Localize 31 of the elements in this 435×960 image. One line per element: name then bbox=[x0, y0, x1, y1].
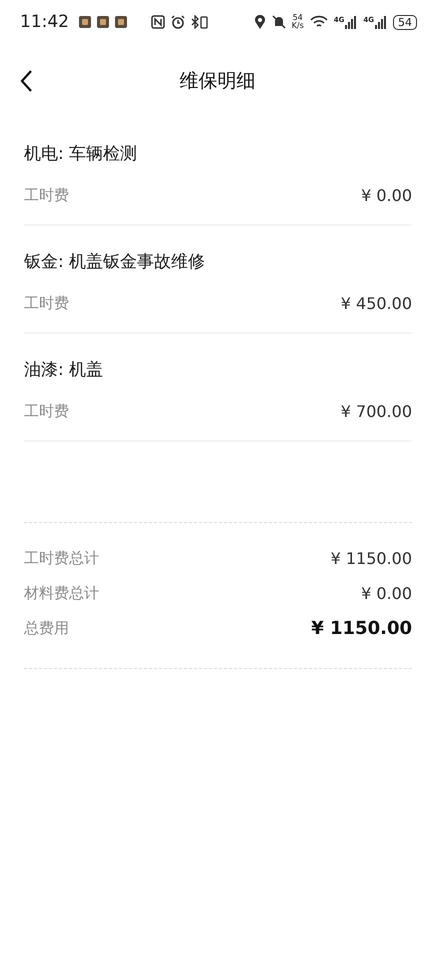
total-amount: ¥ 1150.00 bbox=[311, 618, 412, 639]
summary-label: 工时费总计 bbox=[24, 549, 99, 568]
muted-bell-icon bbox=[272, 15, 286, 29]
battery-level: 54 bbox=[393, 14, 417, 30]
summary-amount: ¥ 1150.00 bbox=[330, 549, 412, 568]
status-time: 11:42 bbox=[20, 12, 69, 32]
page-title: 维保明细 bbox=[180, 69, 256, 94]
network-speed-unit: K/s bbox=[292, 22, 304, 30]
signal-icon bbox=[345, 16, 358, 28]
summary-amount: ¥ 0.00 bbox=[361, 584, 412, 603]
bluetooth-battery-icon bbox=[191, 15, 209, 29]
alarm-icon bbox=[171, 15, 185, 29]
fee-label: 工时费 bbox=[24, 402, 69, 420]
summary-label: 材料费总计 bbox=[24, 584, 99, 603]
fee-label: 工时费 bbox=[24, 294, 69, 312]
signal-icon bbox=[375, 16, 387, 28]
service-item-title: 钣金: 机盖钣金事故维修 bbox=[24, 251, 206, 274]
service-item-title: 油漆: 机盖 bbox=[24, 359, 104, 382]
network-speed-value: 54 bbox=[292, 14, 303, 22]
fee-amount: ¥ 0.00 bbox=[361, 186, 412, 204]
fee-label: 工时费 bbox=[24, 186, 69, 204]
nfc-icon bbox=[151, 15, 165, 29]
app-notification-icon bbox=[97, 16, 109, 28]
fee-amount: ¥ 450.00 bbox=[340, 294, 412, 312]
location-icon bbox=[254, 15, 266, 29]
app-notification-icon bbox=[115, 16, 127, 28]
service-item-title: 机电: 车辆检测 bbox=[24, 143, 138, 166]
wifi-icon bbox=[310, 15, 328, 29]
fee-amount: ¥ 700.00 bbox=[340, 402, 412, 420]
app-notification-icon bbox=[79, 16, 91, 28]
summary-label: 总费用 bbox=[24, 619, 69, 638]
